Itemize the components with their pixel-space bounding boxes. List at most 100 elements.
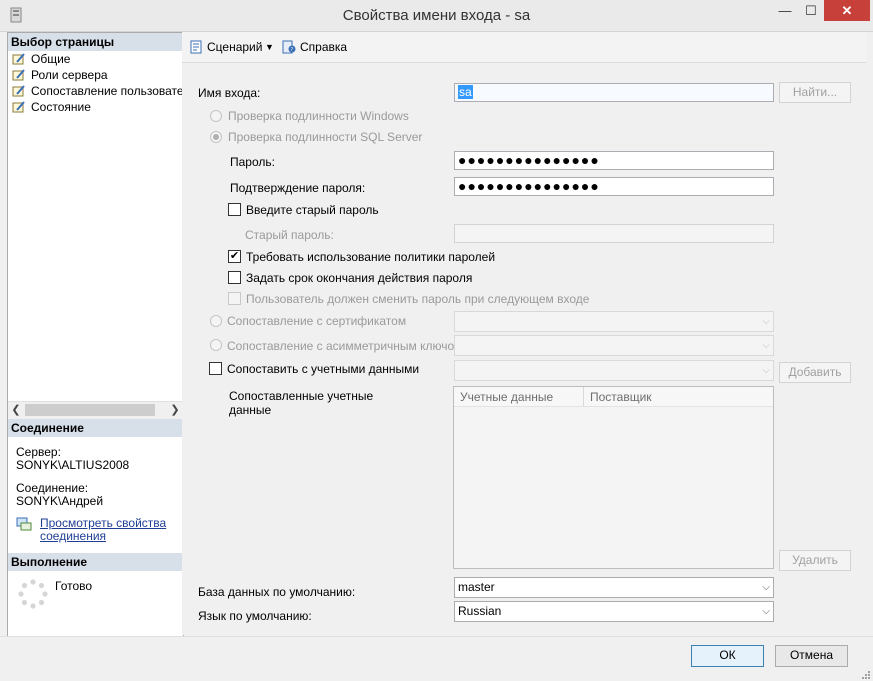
progress-status: Готово [55,579,93,593]
cert-map-label: Сопоставление с сертификатом [227,314,407,328]
old-password-checkbox[interactable] [228,203,241,216]
default-db-combo[interactable]: master ⌵ [454,577,774,598]
help-label: Справка [300,40,348,54]
page-item-label: Состояние [31,100,91,114]
login-name-input[interactable]: sa [454,83,774,102]
confirm-password-value: ●●●●●●●●●●●●●●● [458,178,600,194]
resize-grip-icon[interactable] [860,669,870,679]
confirm-password-input[interactable]: ●●●●●●●●●●●●●●● [454,177,774,196]
credential-map-label: Сопоставить с учетными данными [227,362,420,376]
wrench-page-icon [12,53,25,65]
scroll-thumb[interactable] [25,404,155,416]
connection-header: Соединение [8,419,183,437]
old-password-check-label: Введите старый пароль [246,203,379,217]
credential-map-checkbox[interactable] [209,362,222,375]
cert-map-radio[interactable] [210,315,222,327]
minimize-button[interactable]: — [772,0,798,21]
must-change-checkbox[interactable] [228,292,241,305]
grid-col-separator [583,387,584,406]
default-db-label: База данных по умолчанию: [198,585,356,599]
credential-combo[interactable]: ⌵ [454,360,774,381]
cancel-button[interactable]: Отмена [775,645,848,667]
enforce-expiration-checkbox[interactable] [228,271,241,284]
chevron-down-icon: ⌵ [762,365,770,376]
svg-text:?: ? [291,47,294,53]
page-item-user-mapping[interactable]: Сопоставление пользователей [12,83,184,99]
wrench-page-icon [12,85,25,97]
left-pane: Выбор страницы Общие Роли сервера Сопост… [7,32,184,637]
window-title: Свойства имени входа - sa [342,7,531,24]
ok-button[interactable]: ОК [691,645,764,667]
maximize-button[interactable]: ☐ [798,0,824,21]
enforce-policy-label: Требовать использование политики паролей [246,250,496,264]
scroll-left-icon[interactable]: ❮ [8,402,24,419]
old-password-label: Старый пароль: [245,228,334,242]
grid-header: Учетные данные Поставщик [454,387,773,407]
login-name-value: sa [458,85,473,99]
scroll-right-icon[interactable]: ❯ [167,402,183,419]
close-button[interactable]: ✕ [824,0,870,21]
default-lang-value: Russian [458,604,502,618]
asym-key-map-label: Сопоставление с асимметричным ключом [227,339,463,353]
default-db-value: master [458,580,495,594]
windows-auth-label: Проверка подлинности Windows [228,109,409,123]
link-line-1[interactable]: Просмотреть свойства [40,516,166,530]
mapped-credentials-grid[interactable]: Учетные данные Поставщик [453,386,774,569]
chevron-down-icon: ⌵ [762,606,770,617]
asym-key-map-radio[interactable] [210,339,222,351]
help-button[interactable]: ? Справка [282,39,347,56]
script-label: Сценарий [207,40,263,54]
script-button[interactable]: Сценарий [189,39,262,56]
connection-value: SONYK\Андрей [16,494,104,508]
title-bar: Свойства имени входа - sa — ☐ ✕ [0,0,873,32]
wrench-page-icon [12,69,25,81]
connection-properties-icon [16,517,32,531]
remove-button[interactable]: Удалить [779,550,851,571]
script-dropdown-arrow-icon[interactable]: ▼ [265,39,274,56]
find-button[interactable]: Найти... [779,82,851,103]
old-password-input[interactable] [454,224,774,243]
default-lang-combo[interactable]: Russian ⌵ [454,601,774,622]
progress-header: Выполнение [8,553,183,571]
confirm-password-label: Подтверждение пароля: [230,181,366,195]
server-value: SONYK\ALTIUS2008 [16,458,130,472]
sql-auth-radio[interactable] [210,131,222,143]
link-line-2[interactable]: соединения [40,529,106,543]
password-input[interactable]: ●●●●●●●●●●●●●●● [454,151,774,170]
chevron-down-icon: ⌵ [762,582,770,593]
password-value: ●●●●●●●●●●●●●●● [458,152,600,168]
chevron-down-icon: ⌵ [762,340,770,351]
page-item-general[interactable]: Общие [12,51,70,67]
enforce-policy-checkbox[interactable]: ✔ [228,250,241,263]
login-name-label: Имя входа: [198,86,261,100]
view-connection-properties-link[interactable]: Просмотреть свойства соединения [40,517,166,543]
grid-col-provider[interactable]: Поставщик [590,390,652,404]
page-item-label: Сопоставление пользователей [31,84,184,98]
page-item-label: Роли сервера [31,68,108,82]
page-item-server-roles[interactable]: Роли сервера [12,67,108,83]
add-button[interactable]: Добавить [779,362,851,383]
dialog-footer: ОК Отмена [0,636,873,681]
page-item-status[interactable]: Состояние [12,99,91,115]
general-page-content: Имя входа: sa Найти... Проверка подлинно… [182,63,866,635]
windows-auth-radio[interactable] [210,110,222,122]
progress-spinner-icon [18,579,48,609]
must-change-label: Пользователь должен сменить пароль при с… [246,292,590,306]
grid-col-credential[interactable]: Учетные данные [460,390,553,404]
asym-key-map-combo[interactable]: ⌵ [454,335,774,356]
cert-map-combo[interactable]: ⌵ [454,311,774,332]
login-properties-window: Свойства имени входа - sa — ☐ ✕ Выбор ст… [0,0,873,681]
mapped-creds-label: Сопоставленные учетные данные [229,389,373,417]
pages-horizontal-scrollbar[interactable]: ❮ ❯ [8,401,183,419]
enforce-expiration-label: Задать срок окончания действия пароля [246,271,473,285]
default-lang-label: Язык по умолчанию: [198,609,312,623]
password-label: Пароль: [230,155,275,169]
mapped-creds-label-line1: Сопоставленные учетные [229,389,374,403]
wrench-page-icon [12,101,25,113]
mapped-creds-label-line2: данные [229,403,272,417]
script-icon [190,40,202,54]
chevron-down-icon: ⌵ [762,316,770,327]
sql-auth-label: Проверка подлинности SQL Server [228,130,423,144]
help-icon: ? [282,40,296,54]
pages-header: Выбор страницы [8,33,183,51]
